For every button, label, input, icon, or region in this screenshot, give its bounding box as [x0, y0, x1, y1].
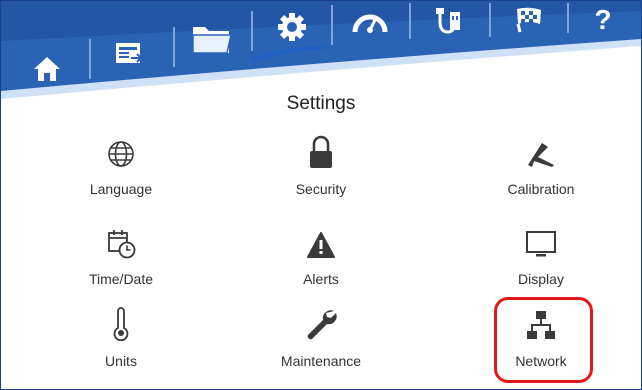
monitor-icon: [526, 231, 556, 257]
settings-tile-alerts[interactable]: Alerts: [241, 219, 401, 301]
lock-icon: [310, 135, 332, 168]
nav-settings-button[interactable]: [265, 5, 319, 49]
tile-label: Alerts: [303, 271, 339, 287]
tile-label: Display: [518, 271, 564, 287]
top-navigation-bar: ?: [1, 1, 641, 101]
tile-label: Maintenance: [280, 353, 362, 369]
nav-finish-button[interactable]: [505, 3, 553, 37]
tile-label: Calibration: [507, 181, 575, 197]
caliper-icon: [528, 143, 554, 167]
nav-home-button[interactable]: [27, 49, 67, 89]
settings-tile-time-date[interactable]: Time/Date: [41, 219, 201, 301]
checkered-flag-icon: [516, 7, 541, 33]
thermometer-icon: [113, 307, 129, 341]
question-icon: ?: [594, 4, 612, 35]
nav-display-button[interactable]: [107, 34, 151, 74]
home-icon: [34, 57, 60, 81]
nav-connect-button[interactable]: [425, 3, 475, 39]
gauge-icon: [352, 14, 388, 33]
nav-help-button[interactable]: ?: [581, 3, 625, 37]
app-window: ? Settings Language Security Calibration…: [0, 0, 642, 390]
settings-tile-security[interactable]: Security: [241, 129, 401, 211]
settings-tile-display[interactable]: Display: [461, 219, 621, 301]
tile-label: Time/Date: [88, 271, 154, 287]
folder-icon: [192, 27, 232, 54]
globe-icon: [108, 141, 134, 167]
tile-label: Language: [89, 181, 153, 197]
settings-tile-maintenance[interactable]: Maintenance: [241, 301, 401, 383]
wrench-icon: [307, 310, 337, 340]
settings-tile-language[interactable]: Language: [41, 129, 201, 211]
tile-label: Security: [295, 181, 347, 197]
gear-icon: [278, 13, 306, 41]
usb-cable-icon: [436, 8, 460, 34]
active-tab-underline: [251, 45, 327, 61]
network-highlight-box: [494, 297, 593, 383]
nav-gauge-button[interactable]: [345, 3, 395, 39]
screen-export-icon: [116, 43, 144, 63]
settings-tile-calibration[interactable]: Calibration: [461, 129, 621, 211]
settings-tile-units[interactable]: Units: [41, 301, 201, 383]
page-title: Settings: [286, 93, 356, 114]
warning-icon: [307, 232, 335, 258]
nav-files-button[interactable]: [187, 17, 237, 61]
calendar-clock-icon: [108, 230, 136, 259]
tile-label: Units: [105, 353, 137, 369]
